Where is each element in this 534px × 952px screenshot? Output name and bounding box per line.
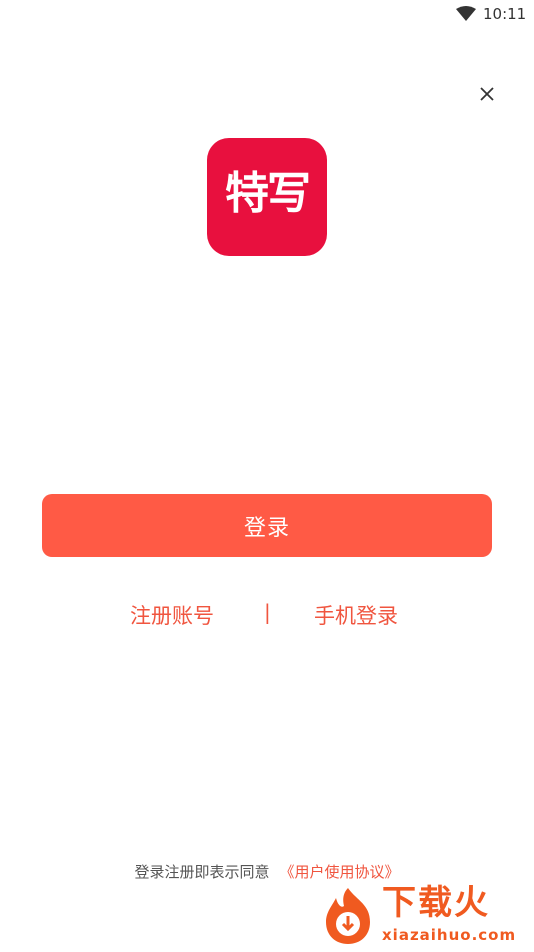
secondary-links: 注册账号 | 手机登录 (0, 600, 534, 632)
agreement-prefix: 登录注册即表示同意 (134, 863, 270, 881)
watermark-title: 下载火 (382, 883, 490, 923)
watermark: 下载火 xiazaihuo.com (316, 884, 532, 948)
login-button[interactable]: 登录 (42, 494, 492, 557)
app-logo: 特写 (207, 138, 327, 256)
close-button[interactable] (474, 81, 500, 107)
status-time: 10:11 (483, 5, 527, 23)
links-divider: | (264, 600, 271, 624)
register-account-link[interactable]: 注册账号 (130, 600, 214, 630)
app-logo-text: 特写 (225, 168, 311, 219)
status-bar: 10:11 (0, 0, 534, 30)
user-agreement-link[interactable]: 《用户使用协议》 (280, 863, 400, 881)
phone-login-link[interactable]: 手机登录 (314, 600, 398, 630)
watermark-url: xiazaihuo.com (382, 926, 517, 944)
wifi-icon (456, 6, 476, 22)
close-icon (474, 81, 500, 107)
agreement-notice: 登录注册即表示同意 《用户使用协议》 (0, 861, 534, 882)
watermark-logo-icon (316, 884, 380, 948)
